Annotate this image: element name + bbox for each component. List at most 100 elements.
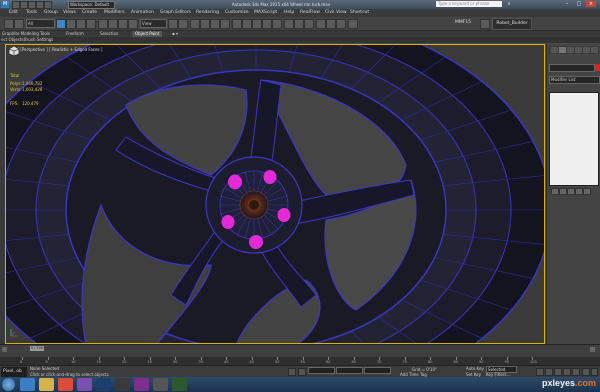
utilities-tab-icon[interactable] bbox=[591, 47, 598, 53]
hierarchy-tab-icon[interactable] bbox=[567, 47, 574, 53]
open-file-icon[interactable] bbox=[20, 1, 28, 9]
workspace-dropdown[interactable]: Workspace: Default bbox=[68, 1, 115, 9]
explorer-icon[interactable] bbox=[39, 378, 54, 391]
lock-selection-icon[interactable] bbox=[288, 368, 296, 376]
rectangle-selection-icon[interactable] bbox=[76, 19, 86, 29]
zoom-extents-icon[interactable] bbox=[582, 368, 590, 376]
absolute-mode-icon[interactable] bbox=[298, 368, 306, 376]
photoshop-icon[interactable] bbox=[96, 378, 111, 391]
schematic-view-icon[interactable] bbox=[294, 19, 304, 29]
menu-shortcut[interactable]: Shortcut bbox=[350, 9, 369, 17]
menu-tools[interactable]: Tools bbox=[26, 9, 37, 17]
reference-coordinate-dropdown[interactable]: View bbox=[140, 19, 167, 28]
save-file-icon[interactable] bbox=[28, 1, 36, 9]
previous-frame-icon[interactable] bbox=[545, 368, 553, 376]
modify-tab-icon[interactable] bbox=[559, 47, 566, 53]
go-to-start-icon[interactable] bbox=[536, 368, 544, 376]
object-color-swatch[interactable] bbox=[595, 64, 600, 71]
motion-tab-icon[interactable] bbox=[575, 47, 582, 53]
z-coordinate-field[interactable] bbox=[364, 367, 391, 374]
chrome-icon[interactable] bbox=[58, 378, 73, 391]
mirror-icon[interactable] bbox=[242, 19, 252, 29]
select-manipulate-icon[interactable] bbox=[178, 19, 188, 29]
menu-create[interactable]: Create bbox=[82, 9, 97, 17]
timeline-prev-icon[interactable] bbox=[2, 347, 7, 352]
menu-customize[interactable]: Customize bbox=[225, 9, 249, 17]
menu-graph-editors[interactable]: Graph Editors bbox=[160, 9, 191, 17]
terminal-icon[interactable] bbox=[172, 378, 187, 391]
redo-icon[interactable] bbox=[44, 1, 52, 9]
select-by-name-icon[interactable] bbox=[66, 19, 76, 29]
perspective-viewport[interactable]: [ + ] [Perspective ] [ Realistic + Edged… bbox=[5, 44, 545, 344]
place-icon[interactable] bbox=[128, 19, 138, 29]
menu-views[interactable]: Views bbox=[63, 9, 76, 17]
toggle-ribbon-icon[interactable] bbox=[272, 19, 282, 29]
display-tab-icon[interactable] bbox=[583, 47, 590, 53]
material-editor-icon[interactable] bbox=[304, 19, 314, 29]
menu-realflow[interactable]: RealFlow bbox=[300, 9, 320, 17]
menu-maxscript[interactable]: MAXScript bbox=[254, 9, 277, 17]
timeline-next-icon[interactable] bbox=[590, 347, 595, 352]
spinner-snap-icon[interactable] bbox=[220, 19, 230, 29]
search-input[interactable]: Type a keyword or phrase bbox=[436, 1, 502, 7]
percent-snap-icon[interactable] bbox=[210, 19, 220, 29]
modifier-stack[interactable] bbox=[549, 92, 599, 186]
help-search-icon[interactable]: ⌕ bbox=[504, 1, 514, 7]
wheel-rim-model[interactable] bbox=[6, 45, 545, 344]
show-end-result-icon[interactable] bbox=[559, 188, 567, 195]
y-coordinate-field[interactable] bbox=[336, 367, 363, 374]
calculator-icon[interactable] bbox=[153, 378, 168, 391]
maxscript-listener[interactable]: Pixel, ob bbox=[1, 367, 27, 377]
angle-snap-icon[interactable] bbox=[200, 19, 210, 29]
selection-filter-dropdown[interactable]: All bbox=[26, 19, 55, 28]
minimize-icon[interactable]: – bbox=[562, 1, 572, 7]
window-crossing-icon[interactable] bbox=[86, 19, 96, 29]
start-button-icon[interactable] bbox=[2, 378, 15, 391]
snap-toggle-icon[interactable] bbox=[190, 19, 200, 29]
menu-help[interactable]: Help bbox=[284, 9, 294, 17]
undo-icon[interactable] bbox=[36, 1, 44, 9]
select-object-icon[interactable] bbox=[56, 19, 66, 29]
time-slider[interactable]: 0 / 100 bbox=[0, 344, 600, 358]
time-slider-thumb[interactable]: 0 / 100 bbox=[30, 346, 44, 351]
maximize-icon[interactable]: □ bbox=[574, 1, 584, 7]
render-setup-icon[interactable] bbox=[316, 19, 326, 29]
robot-builder-button[interactable]: Robot_Builder bbox=[492, 18, 532, 30]
next-frame-icon[interactable] bbox=[563, 368, 571, 376]
menu-civil-view[interactable]: Civil View bbox=[325, 9, 347, 17]
3dsmax-icon[interactable] bbox=[115, 378, 130, 391]
close-icon[interactable]: × bbox=[586, 1, 596, 7]
scale-icon[interactable] bbox=[118, 19, 128, 29]
object-name-field[interactable] bbox=[549, 64, 595, 72]
app-logo-icon[interactable]: M bbox=[1, 1, 9, 8]
viewport-label[interactable]: [ + ] [Perspective ] [ Realistic + Edged… bbox=[10, 47, 102, 52]
new-file-icon[interactable] bbox=[12, 1, 20, 9]
layer-explorer-icon[interactable] bbox=[262, 19, 272, 29]
rotate-icon[interactable] bbox=[108, 19, 118, 29]
pin-stack-icon[interactable] bbox=[551, 188, 559, 195]
menu-animation[interactable]: Animation bbox=[131, 9, 154, 17]
script-icon[interactable] bbox=[480, 19, 490, 29]
menu-edit[interactable]: Edit bbox=[9, 9, 18, 17]
make-unique-icon[interactable] bbox=[567, 188, 575, 195]
link-icon[interactable] bbox=[14, 19, 24, 29]
menu-group[interactable]: Group bbox=[44, 9, 58, 17]
curve-editor-icon[interactable] bbox=[284, 19, 294, 29]
render-production-icon[interactable] bbox=[336, 19, 346, 29]
pivot-center-icon[interactable] bbox=[168, 19, 178, 29]
menu-rendering[interactable]: Rendering bbox=[196, 9, 219, 17]
go-to-end-icon[interactable] bbox=[572, 368, 580, 376]
auto-key-button[interactable]: Auto Key bbox=[466, 366, 484, 371]
move-icon[interactable] bbox=[98, 19, 108, 29]
brush-settings-panel[interactable]: Brush Settings bbox=[24, 37, 53, 43]
app-icon[interactable] bbox=[134, 378, 149, 391]
media-icon[interactable] bbox=[77, 378, 92, 391]
modifier-list-dropdown[interactable]: Modifier List bbox=[549, 76, 600, 84]
ie-icon[interactable] bbox=[20, 378, 35, 391]
remove-modifier-icon[interactable] bbox=[575, 188, 583, 195]
viewcube-icon[interactable] bbox=[6, 45, 22, 57]
menu-modifiers[interactable]: Modifiers bbox=[104, 9, 125, 17]
play-icon[interactable] bbox=[554, 368, 562, 376]
paint-objects-panel[interactable]: ect Objects bbox=[1, 37, 24, 43]
track-bar[interactable]: 0 5 10 15 20 25 30 35 40 45 50 55 60 65 70 75 80 85 90 95 10… bbox=[0, 357, 600, 365]
